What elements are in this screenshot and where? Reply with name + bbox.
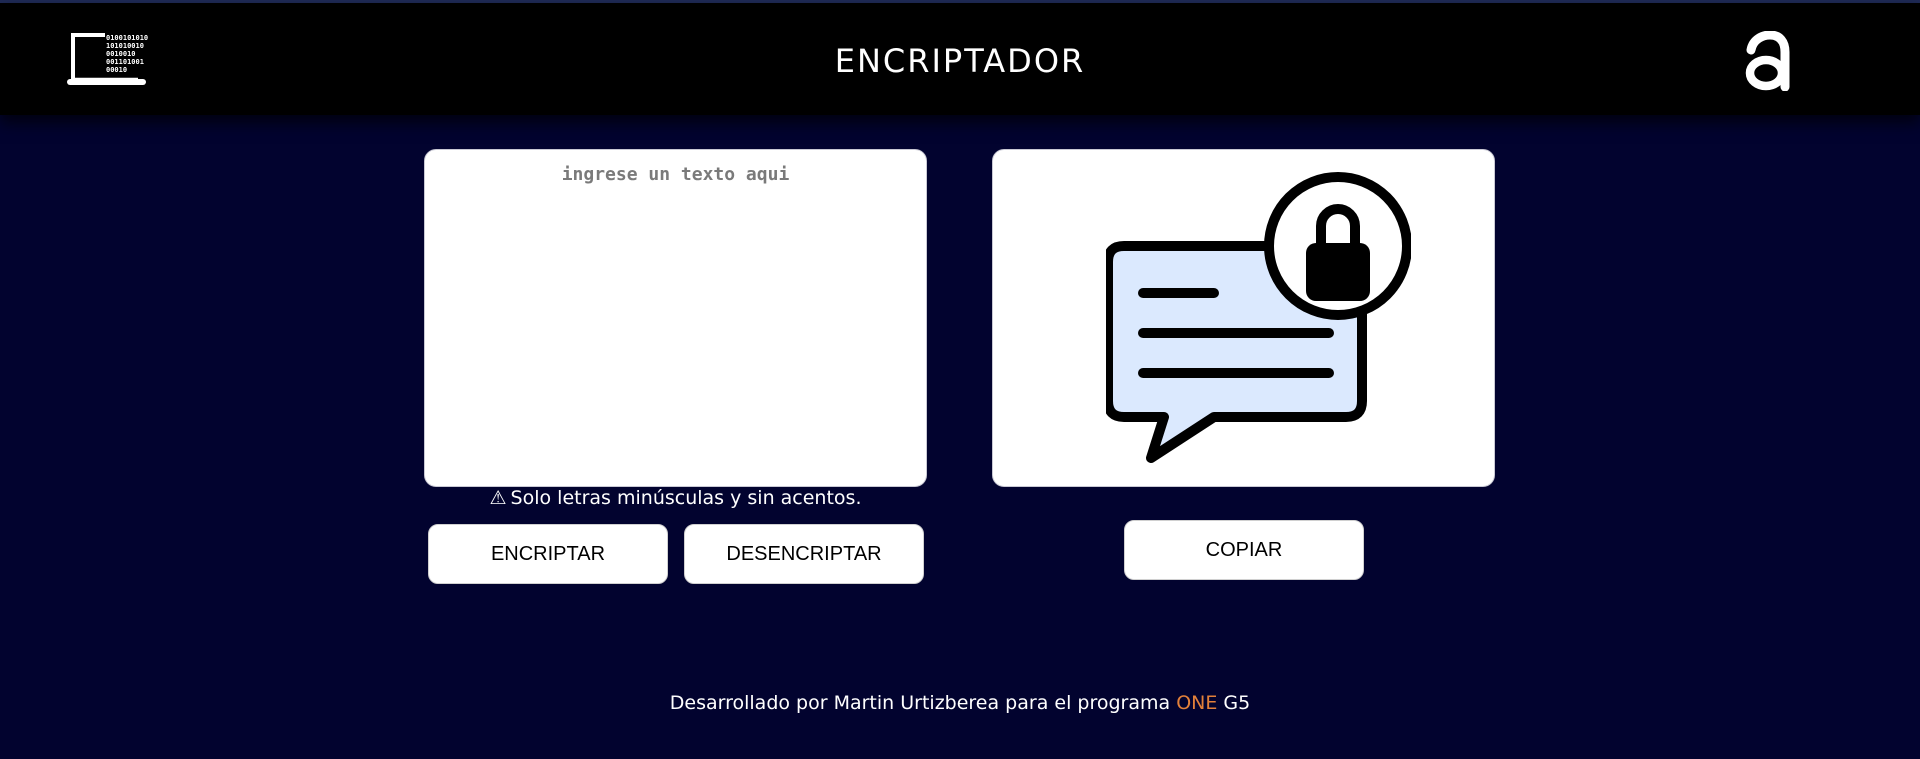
alura-a-icon: [1745, 31, 1790, 91]
locked-message-icon: [1106, 172, 1411, 463]
warning-text: Solo letras minúsculas y sin acentos.: [510, 487, 862, 509]
output-card: [992, 149, 1495, 487]
footer-text: Desarrollado por Martin Urtizberea para …: [669, 692, 1171, 714]
warning-icon: ⚠: [489, 487, 507, 509]
footer-suffix: G5: [1223, 692, 1251, 714]
footer-credits: Desarrollado por Martin Urtizberea para …: [0, 688, 1920, 718]
decrypt-button[interactable]: DESENCRIPTAR: [684, 524, 924, 584]
app-header: 0100101010 101010010 0010010 001101001 0…: [0, 3, 1920, 115]
input-warning: ⚠ Solo letras minúsculas y sin acentos.: [424, 485, 927, 511]
footer-program-highlight: ONE: [1176, 692, 1218, 714]
copy-button[interactable]: COPIAR: [1124, 520, 1364, 580]
input-card: [424, 149, 927, 487]
encrypt-button[interactable]: ENCRIPTAR: [428, 524, 668, 584]
message-input[interactable]: [425, 150, 926, 486]
app-title: ENCRIPTADOR: [834, 42, 1086, 80]
